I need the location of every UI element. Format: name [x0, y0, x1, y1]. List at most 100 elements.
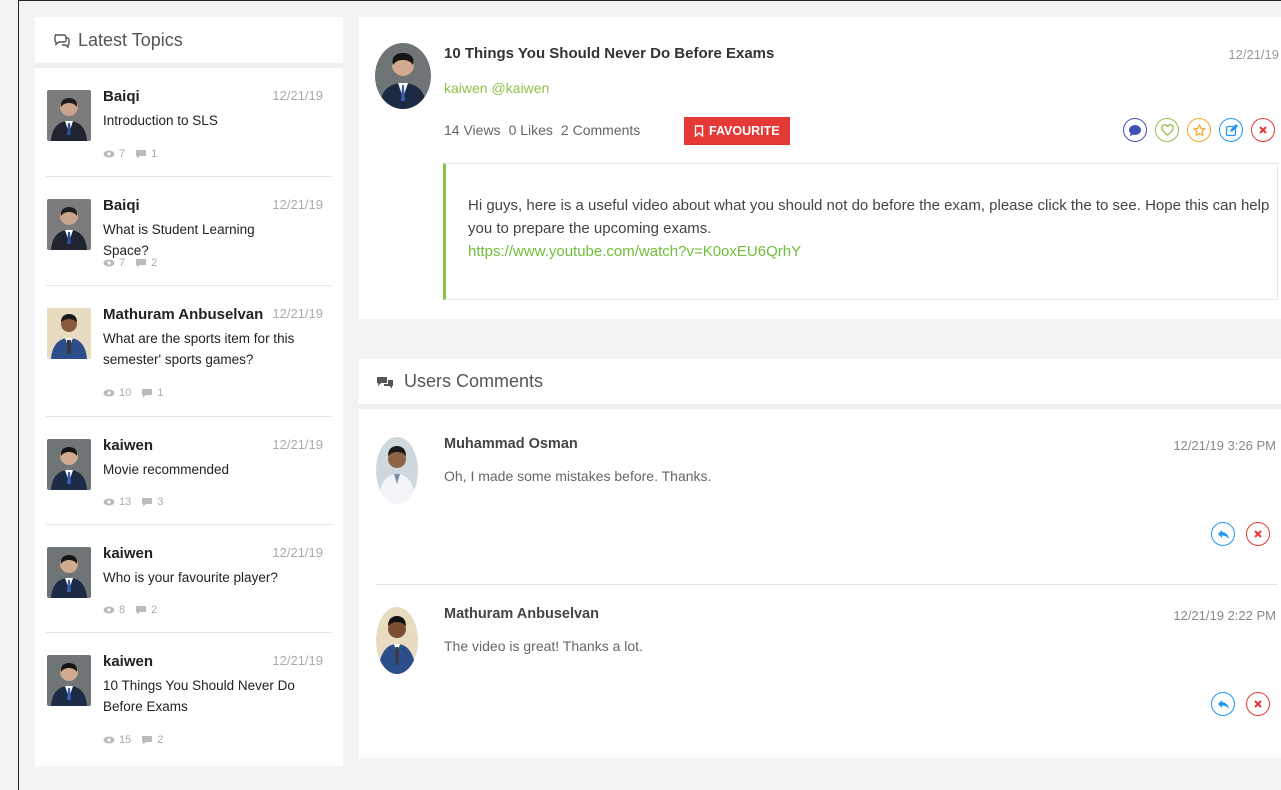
delete-comment-button[interactable] [1246, 692, 1270, 716]
topic-author[interactable]: kaiwen [103, 653, 153, 670]
topic-stats: 15 2 [103, 734, 163, 746]
comment-icon [1128, 124, 1142, 137]
author-avatar[interactable] [375, 43, 431, 109]
topic-title[interactable]: Introduction to SLS [103, 110, 303, 131]
comment-icon [376, 375, 394, 389]
topic-author[interactable]: Mathuram Anbuselvan [103, 306, 263, 323]
comment-item: Mathuram Anbuselvan 12/21/19 2:22 PM The… [376, 584, 1278, 754]
reply-button[interactable] [1211, 692, 1235, 716]
topic-item[interactable]: Mathuram Anbuselvan 12/21/19 What are th… [46, 286, 332, 417]
post-body-text: Hi guys, here is a useful video about wh… [468, 197, 1270, 237]
topic-author[interactable]: kaiwen [103, 437, 153, 454]
topic-comments: 2 [157, 734, 164, 746]
topic-author[interactable]: Baiqi [103, 88, 140, 105]
topic-stats: 10 1 [103, 387, 163, 399]
window-border-top [18, 0, 1281, 1]
topic-stats: 7 1 [103, 148, 157, 160]
eye-icon [103, 606, 115, 614]
topic-stats: 8 2 [103, 604, 157, 616]
topic-date: 12/21/19 [272, 437, 323, 452]
topic-stats: 7 2 [103, 257, 157, 269]
topic-stats: 13 3 [103, 496, 163, 508]
topic-date: 12/21/19 [272, 545, 323, 560]
avatar [47, 308, 91, 359]
edit-button[interactable] [1219, 118, 1243, 142]
comment-text: The video is great! Thanks a lot. [444, 638, 643, 654]
topic-views: 7 [119, 148, 126, 160]
window-border-left [18, 0, 19, 790]
close-icon [1258, 125, 1268, 135]
topic-comments: 1 [151, 148, 158, 160]
topic-views: 15 [119, 734, 132, 746]
topic-title[interactable]: Movie recommended [103, 459, 303, 480]
delete-button[interactable] [1251, 118, 1275, 142]
eye-icon [103, 259, 115, 267]
avatar [47, 90, 91, 141]
reply-button[interactable] [1211, 522, 1235, 546]
post-author-handle[interactable]: kaiwen @kaiwen [444, 80, 549, 96]
comment-icon [141, 497, 153, 507]
comment-icon [141, 735, 153, 745]
star-button[interactable] [1187, 118, 1211, 142]
post-title: 10 Things You Should Never Do Before Exa… [444, 45, 775, 62]
topic-comments: 3 [157, 496, 164, 508]
latest-topics-panel: Latest Topics Baiqi 12/21/19 Introductio… [35, 17, 343, 766]
latest-topics-header: Latest Topics [35, 17, 343, 68]
topic-date: 12/21/19 [272, 306, 323, 321]
topic-date: 12/21/19 [272, 197, 323, 212]
topic-item[interactable]: kaiwen 12/21/19 10 Things You Should Nev… [46, 633, 332, 759]
topic-comments: 1 [157, 387, 164, 399]
comment-author[interactable]: Mathuram Anbuselvan [444, 606, 599, 622]
topic-date: 12/21/19 [272, 653, 323, 668]
topic-comments: 2 [151, 257, 158, 269]
topic-title[interactable]: Who is your favourite player? [103, 567, 303, 588]
post-likes: 0 Likes [508, 122, 553, 138]
edit-icon [1225, 123, 1238, 137]
comment-author[interactable]: Muhammad Osman [444, 436, 578, 452]
reply-icon [1217, 699, 1230, 710]
comment-date: 12/21/19 3:26 PM [1173, 438, 1276, 453]
topic-author[interactable]: Baiqi [103, 197, 140, 214]
post-card: 10 Things You Should Never Do Before Exa… [359, 17, 1281, 319]
post-stats: 14 Views 0 Likes 2 Comments [444, 122, 640, 138]
bookmark-icon [694, 125, 704, 137]
topic-title[interactable]: 10 Things You Should Never Do Before Exa… [103, 675, 303, 717]
comment-text: Oh, I made some mistakes before. Thanks. [444, 468, 712, 484]
post-views: 14 Views [444, 122, 501, 138]
topic-title[interactable]: What is Student Learning Space? [103, 219, 303, 261]
eye-icon [103, 498, 115, 506]
chat-bubbles-icon [52, 31, 70, 49]
topic-author[interactable]: kaiwen [103, 545, 153, 562]
topic-views: 10 [119, 387, 132, 399]
avatar [47, 439, 91, 490]
close-icon [1253, 529, 1263, 539]
post-date: 12/21/19 [1228, 47, 1279, 62]
topic-views: 13 [119, 496, 132, 508]
topic-item[interactable]: kaiwen 12/21/19 Who is your favourite pl… [46, 525, 332, 633]
users-comments-header: Users Comments [359, 359, 1281, 409]
like-button[interactable] [1155, 118, 1179, 142]
topic-title[interactable]: What are the sports item for this semest… [103, 328, 303, 370]
topic-comments: 2 [151, 604, 158, 616]
users-comments-panel: Users Comments Muhammad Osman 12/21/19 3… [359, 359, 1281, 758]
close-icon [1253, 699, 1263, 709]
comment-button[interactable] [1123, 118, 1147, 142]
eye-icon [103, 150, 115, 158]
latest-topics-title: Latest Topics [78, 29, 183, 50]
avatar [376, 437, 418, 504]
topic-item[interactable]: kaiwen 12/21/19 Movie recommended 13 3 [46, 417, 332, 525]
comment-item: Muhammad Osman 12/21/19 3:26 PM Oh, I ma… [376, 414, 1278, 584]
avatar [47, 199, 91, 250]
post-actions [1123, 118, 1275, 142]
topic-item[interactable]: Baiqi 12/21/19 What is Student Learning … [46, 177, 332, 286]
post-body: Hi guys, here is a useful video about wh… [443, 163, 1278, 300]
comment-actions [1211, 522, 1270, 546]
eye-icon [103, 389, 115, 397]
post-video-link[interactable]: https://www.youtube.com/watch?v=K0oxEU6Q… [468, 240, 1277, 263]
topic-views: 7 [119, 257, 126, 269]
favourite-button[interactable]: FAVOURITE [684, 117, 790, 145]
star-icon [1192, 123, 1206, 137]
delete-comment-button[interactable] [1246, 522, 1270, 546]
avatar [47, 547, 91, 598]
topic-item[interactable]: Baiqi 12/21/19 Introduction to SLS 7 1 [46, 68, 332, 177]
